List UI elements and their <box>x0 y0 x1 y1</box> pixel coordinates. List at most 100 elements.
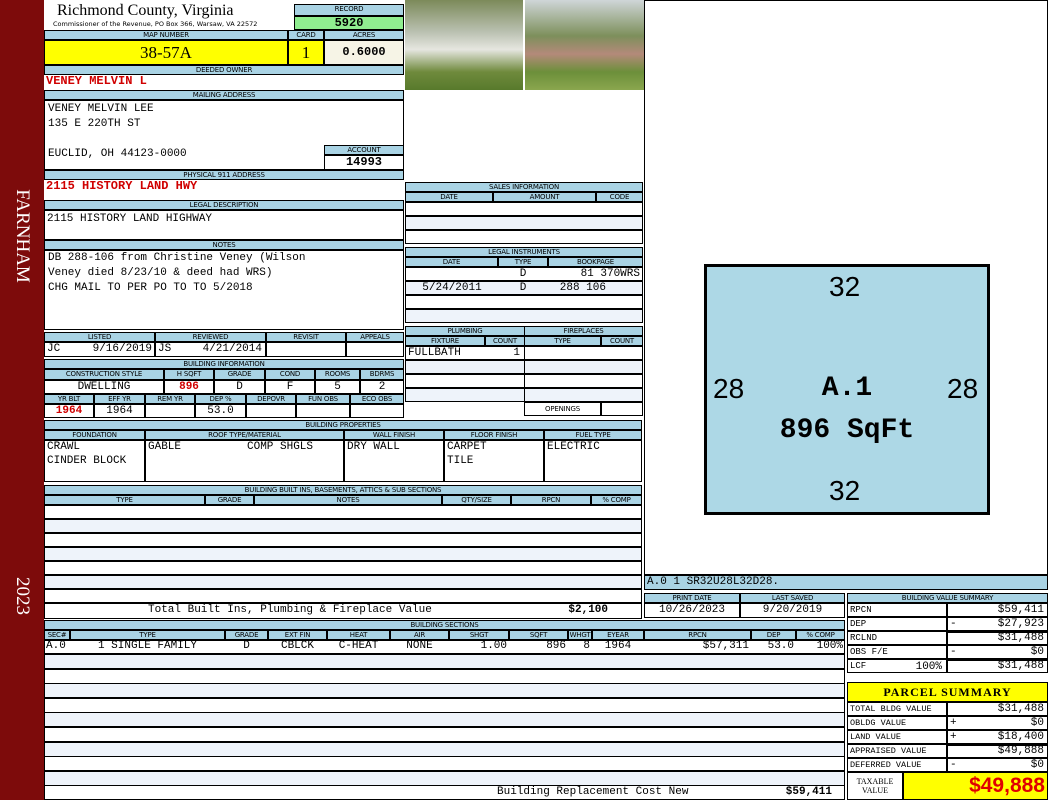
parcel-value: $31,488 <box>997 703 1044 715</box>
col-roof: ROOF TYPE/MATERIAL <box>145 430 344 440</box>
print-date-header: PRINT DATE <box>644 593 740 603</box>
building-head: DEPOVR <box>246 394 296 404</box>
section-row <box>44 741 845 757</box>
fire-row <box>524 374 643 388</box>
section-cell: 100% <box>816 640 843 652</box>
sketch-footprint: 32 32 28 28 A.1 896 SqFt <box>704 264 990 515</box>
building-value <box>296 404 350 418</box>
instr-date: 5/24/2011 <box>422 282 482 294</box>
plumb-count: 1 <box>513 347 520 359</box>
section-cell: 8 <box>583 640 590 652</box>
building-head: GRADE <box>214 369 265 380</box>
section-head: SQFT <box>509 630 568 640</box>
roof-type: GABLE <box>148 441 182 453</box>
section-head: % COMP <box>796 630 845 640</box>
instr-col-bookpage: BOOKPAGE <box>548 257 643 267</box>
section-head: WHGT <box>568 630 592 640</box>
plumb-row <box>405 360 525 374</box>
plumb-col-count: COUNT <box>485 336 525 346</box>
plumb-row <box>405 388 525 402</box>
col-floor: FLOOR FINISH <box>444 430 544 440</box>
physical-address-header: PHYSICAL 911 ADDRESS <box>44 170 404 180</box>
instr-col-type: TYPE <box>498 257 548 267</box>
col-foundation: FOUNDATION <box>44 430 145 440</box>
deeded-owner-value: VENEY MELVIN L <box>44 75 404 90</box>
section-head: GRADE <box>225 630 268 640</box>
appeals-value <box>346 342 404 357</box>
section-cell: 1964 <box>604 640 632 652</box>
section-row <box>44 770 845 786</box>
building-head: ECO OBS <box>350 394 404 404</box>
section-row <box>44 683 845 699</box>
building-value <box>246 404 296 418</box>
mailing-line-3: EUCLID, OH 44123-0000 <box>48 148 187 160</box>
builtins-row <box>44 519 642 533</box>
instr-row <box>405 295 643 309</box>
instr-col-date: DATE <box>405 257 498 267</box>
building-head: ROOMS <box>315 369 360 380</box>
builtins-row <box>44 561 642 575</box>
section-cell: C-HEAT <box>338 640 379 652</box>
building-value: 1964 <box>44 404 94 418</box>
section-row <box>44 712 845 728</box>
mailing-line-1: VENEY MELVIN LEE <box>48 103 154 115</box>
parcel-label: LAND VALUE <box>847 730 947 744</box>
section-head: HEAT <box>327 630 390 640</box>
plumb-row <box>405 374 525 388</box>
building-head: FUN OBS <box>296 394 350 404</box>
parcel-label: APPRAISED VALUE <box>847 744 947 758</box>
sales-col-amount: AMOUNT <box>493 192 596 202</box>
last-saved-header: LAST SAVED <box>740 593 845 603</box>
sales-row <box>405 202 643 216</box>
building-head: CONSTRUCTION STYLE <box>44 369 164 380</box>
parcel-value: $49,888 <box>997 745 1044 757</box>
col-fuel: FUEL TYPE <box>544 430 642 440</box>
print-date: 10/26/2023 <box>644 603 740 618</box>
parcel-label: TOTAL BLDG VALUE <box>847 702 947 716</box>
builtins-row <box>44 505 642 519</box>
section-head: EYEAR <box>592 630 644 640</box>
section-cell: 53.0 <box>767 640 794 652</box>
section-cell: 1.00 <box>480 640 507 652</box>
building-head: EFF YR <box>94 394 145 404</box>
plumbing-header: PLUMBING <box>405 326 525 336</box>
instr-bookpage: 288 106 <box>559 282 606 294</box>
section-head: DEP <box>751 630 796 640</box>
sections-header: BUILDING SECTIONS <box>44 620 845 630</box>
vs-value: $31,488 <box>997 632 1044 644</box>
section-cell: D <box>243 640 250 652</box>
reviewed-header: REVIEWED <box>155 332 266 342</box>
taxable-value: $49,888 <box>903 772 1048 800</box>
notes-line-1: DB 288-106 from Christine Veney (Wilson <box>48 252 306 264</box>
builtins-total-value: $2,100 <box>568 604 608 616</box>
taxable-label: TAXABLE VALUE <box>847 772 903 800</box>
bi-col-rpcn: RPCN <box>511 495 591 505</box>
instr-row <box>405 309 643 323</box>
parcel-value: $0 <box>1030 759 1044 771</box>
map-number-value: 38-57A <box>44 40 288 65</box>
sketch-dim-bottom: 32 <box>829 475 861 506</box>
deeded-owner-header: DEEDED OWNER <box>44 65 404 75</box>
page-subtitle: Commissioner of the Revenue, PO Box 366,… <box>53 20 258 28</box>
builtins-total-label: Total Built Ins, Plumbing & Fireplace Va… <box>148 604 432 616</box>
parcel-label: DEFERRED VALUE <box>847 758 947 772</box>
notes-header: NOTES <box>44 240 404 250</box>
sales-header: SALES INFORMATION <box>405 182 643 192</box>
last-saved: 9/20/2019 <box>740 603 845 618</box>
instruments-header: LEGAL INSTRUMENTS <box>405 247 643 257</box>
mailing-line-2: 135 E 220TH ST <box>48 118 141 130</box>
instr-date <box>406 268 498 280</box>
building-head: COND <box>265 369 315 380</box>
revisit-value <box>266 342 346 357</box>
section-row <box>44 697 845 713</box>
section-cell: NONE <box>406 640 433 652</box>
parcel-summary-header: PARCEL SUMMARY <box>847 682 1048 702</box>
sales-col-code: CODE <box>596 192 643 202</box>
floor-1: CARPET <box>447 441 487 453</box>
bi-col-comp: % COMP <box>591 495 642 505</box>
building-head: H SQFT <box>164 369 214 380</box>
building-value: D <box>214 380 265 394</box>
plumb-fixture: FULLBATH <box>408 347 461 359</box>
fire-row <box>524 388 643 402</box>
legal-description-value: 2115 HISTORY LAND HIGHWAY <box>44 210 404 240</box>
